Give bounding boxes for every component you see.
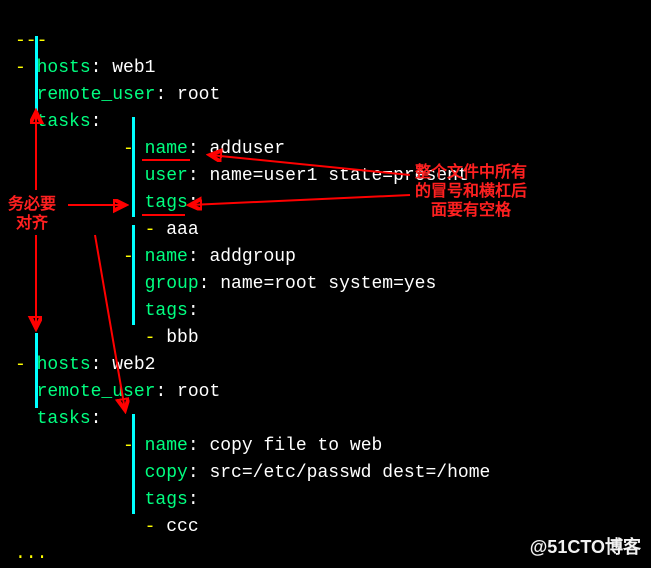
task-tags-key: tags [145,193,188,213]
alignment-bar [35,333,38,408]
doc-start-marker: --- [15,31,47,51]
task-module-key: user [145,166,188,186]
colon: : [91,355,113,375]
tag-dash: - [145,517,167,537]
hosts-value: web2 [112,355,155,375]
task-tags-key: tags [145,490,188,510]
task-name-value: adduser [209,139,285,159]
colon: : [188,301,199,321]
annotation-right-line3: 面要有空格 [431,202,511,219]
annotation-right: 整个文件中所有 的冒号和横杠后 面要有空格 [415,163,527,221]
tag-dash: - [145,220,167,240]
annotation-left-line1: 务必要 [8,196,56,213]
code-content-wrap: --- - hosts: web1 remote_user: root task… [15,28,636,568]
remote-user-key: remote_user [37,382,156,402]
colon: : [188,490,199,510]
colon: : [188,166,210,186]
tag-dash: - [145,328,167,348]
colon: : [91,409,102,429]
annotation-left: 务必要 对齐 [8,195,56,233]
hosts-key: hosts [37,355,91,375]
task-module-key: group [145,274,199,294]
tag-value: ccc [166,517,198,537]
colon: : [188,247,210,267]
task-module-value: name=root system=yes [220,274,436,294]
annotation-right-line2: 的冒号和横杠后 [415,183,527,200]
doc-end-marker: ... [15,544,47,564]
hosts-key: hosts [37,58,91,78]
remote-user-value: root [177,85,220,105]
watermark: @51CTO博客 [530,534,641,561]
task-module-key: copy [145,463,188,483]
task-tags-key: tags [145,301,188,321]
annotation-right-line1: 整个文件中所有 [415,164,527,181]
colon: : [91,58,113,78]
tasks-key: tasks [37,112,91,132]
remote-user-value: root [177,382,220,402]
play-dash: - [15,58,37,78]
colon: : [188,463,210,483]
colon: : [188,193,199,213]
task-name-key: name [145,247,188,267]
tasks-key: tasks [37,409,91,429]
colon: : [155,85,177,105]
hosts-value: web1 [112,58,155,78]
colon: : [188,139,210,159]
alignment-bar [132,117,135,217]
task-name-value: addgroup [209,247,295,267]
annotation-left-line2: 对齐 [16,215,48,232]
remote-user-key: remote_user [37,85,156,105]
tag-value: aaa [166,220,198,240]
alignment-bar [132,225,135,325]
alignment-bar [132,414,135,514]
task-name-value: copy file to web [209,436,382,456]
colon: : [155,382,177,402]
task-name-key: name [145,139,188,159]
tag-value: bbb [166,328,198,348]
task-module-value: src=/etc/passwd dest=/home [209,463,490,483]
colon: : [188,436,210,456]
colon: : [199,274,221,294]
alignment-bar [35,36,38,111]
yaml-code-block: --- - hosts: web1 remote_user: root task… [15,28,636,568]
task-name-key: name [145,436,188,456]
play-dash: - [15,355,37,375]
colon: : [91,112,102,132]
